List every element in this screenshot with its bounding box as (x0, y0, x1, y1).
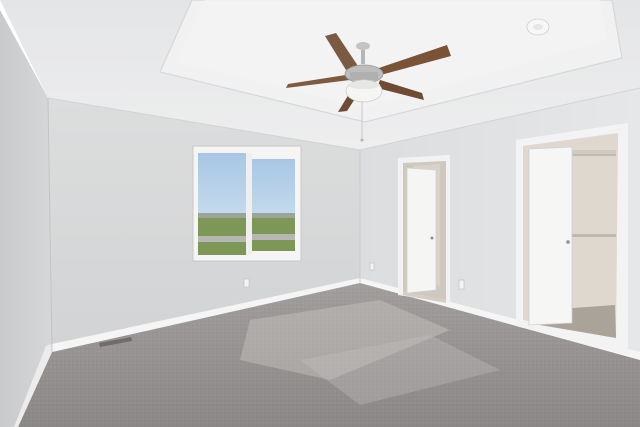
bedroom-photo (0, 0, 640, 427)
closet-doorway (516, 123, 628, 355)
closet-rod (568, 234, 616, 237)
door-knob (430, 236, 434, 240)
bathroom-door (406, 167, 437, 294)
room-illustration (0, 0, 640, 427)
road-left (198, 236, 246, 242)
bathroom-doorway (398, 155, 450, 303)
outlet-icon-right (458, 279, 465, 290)
outlet-icon (243, 278, 250, 288)
smoke-detector-icon (526, 18, 550, 36)
window (192, 145, 302, 262)
road-right (252, 234, 295, 240)
closet-door (528, 146, 573, 326)
outlet-icon-small (369, 262, 375, 271)
closet-door-knob (566, 240, 570, 244)
